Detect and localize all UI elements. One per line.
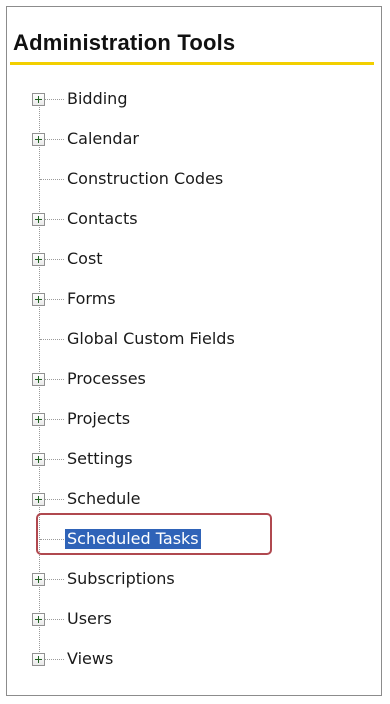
tree-item-forms[interactable]: Forms — [0, 280, 390, 320]
tree-item-projects[interactable]: Projects — [0, 400, 390, 440]
tree-item-label[interactable]: Cost — [67, 249, 103, 269]
tree-item-contacts[interactable]: Contacts — [0, 200, 390, 240]
tree-item-views[interactable]: Views — [0, 640, 390, 680]
expand-plus-icon[interactable] — [32, 293, 45, 306]
tree-item-users[interactable]: Users — [0, 600, 390, 640]
tree-item-global-custom-fields[interactable]: Global Custom Fields — [0, 320, 390, 360]
tree-item-label[interactable]: Projects — [67, 409, 130, 429]
tree-item-bidding[interactable]: Bidding — [0, 80, 390, 120]
tree-item-label[interactable]: Global Custom Fields — [67, 329, 235, 349]
tree-item-label[interactable]: Forms — [67, 289, 116, 309]
tree-item-calendar[interactable]: Calendar — [0, 120, 390, 160]
expand-plus-icon[interactable] — [32, 213, 45, 226]
tree-item-label[interactable]: Processes — [67, 369, 146, 389]
tree-item-label[interactable]: Users — [67, 609, 112, 629]
expand-plus-icon[interactable] — [32, 373, 45, 386]
tree-item-cost[interactable]: Cost — [0, 240, 390, 280]
expand-plus-icon[interactable] — [32, 653, 45, 666]
expand-plus-icon[interactable] — [32, 493, 45, 506]
tree-item-settings[interactable]: Settings — [0, 440, 390, 480]
tree-item-label[interactable]: Construction Codes — [67, 169, 223, 189]
callout-highlight-box — [36, 513, 272, 555]
tree-item-processes[interactable]: Processes — [0, 360, 390, 400]
expand-plus-icon[interactable] — [32, 613, 45, 626]
expand-plus-icon[interactable] — [32, 413, 45, 426]
tree-item-label[interactable]: Views — [67, 649, 113, 669]
expand-plus-icon[interactable] — [32, 453, 45, 466]
tree-branch-line — [40, 179, 64, 180]
tree-item-label[interactable]: Contacts — [67, 209, 138, 229]
tree-item-subscriptions[interactable]: Subscriptions — [0, 560, 390, 600]
admin-tree: Bidding Calendar Construction Codes Cont… — [0, 0, 390, 704]
tree-item-construction-codes[interactable]: Construction Codes — [0, 160, 390, 200]
tree-branch-line — [40, 339, 64, 340]
expand-plus-icon[interactable] — [32, 253, 45, 266]
tree-item-label[interactable]: Settings — [67, 449, 133, 469]
tree-item-label[interactable]: Schedule — [67, 489, 141, 509]
expand-plus-icon[interactable] — [32, 573, 45, 586]
tree-item-label[interactable]: Bidding — [67, 89, 127, 109]
expand-plus-icon[interactable] — [32, 93, 45, 106]
tree-item-label[interactable]: Subscriptions — [67, 569, 175, 589]
expand-plus-icon[interactable] — [32, 133, 45, 146]
tree-item-label[interactable]: Calendar — [67, 129, 139, 149]
